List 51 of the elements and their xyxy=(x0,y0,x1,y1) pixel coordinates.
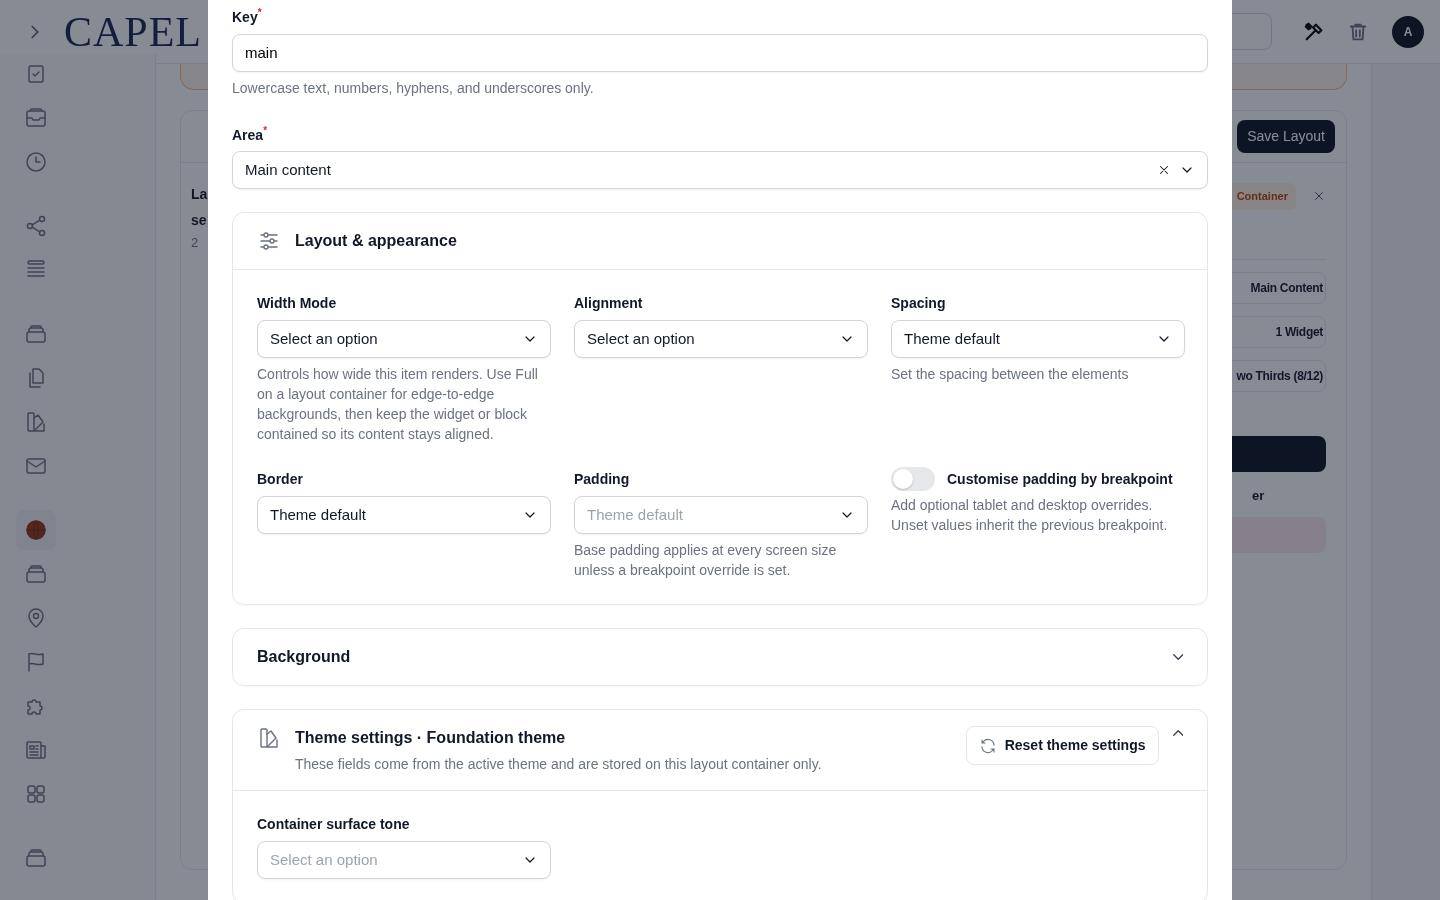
select-field[interactable]: Theme default xyxy=(891,320,1185,359)
chevron-down-icon xyxy=(1172,654,1183,661)
field-label: Area$^{*}$ xyxy=(232,123,269,144)
select-field[interactable]: Select an option xyxy=(257,320,551,359)
reset-button[interactable]: Reset theme settings xyxy=(965,726,1159,766)
toggle-label: Customise padding by breakpoint xyxy=(947,470,1173,489)
archive-icon xyxy=(24,562,48,586)
field-label: Border xyxy=(257,470,304,489)
help-text: Lowercase text, numbers, hyphens, and underscores only. xyxy=(232,78,595,98)
save-layout-button[interactable]: Save Layout xyxy=(1237,120,1335,153)
card-title: La xyxy=(191,185,208,204)
chevron-up-icon xyxy=(1172,730,1183,737)
swatch-icon xyxy=(24,410,48,434)
section-label: er xyxy=(1252,486,1265,505)
field-label: Key$^{*}$ xyxy=(232,6,263,26)
user-avatar[interactable]: A xyxy=(1392,15,1424,48)
field-label: Width Mode xyxy=(257,294,338,313)
refresh-icon xyxy=(978,736,997,755)
help-text: Add optional tablet and desktop overrides. Unset values inherit the previous breakpoint. xyxy=(891,496,1169,536)
help-text: Base padding applies at every screen size unless a breakpoint override is set. xyxy=(574,541,838,581)
tools-icon xyxy=(1303,20,1325,43)
newspaper-icon xyxy=(24,738,48,762)
sidebar-item[interactable] xyxy=(16,510,56,550)
archive-icon xyxy=(24,846,48,870)
grid-icon xyxy=(24,782,48,806)
section-title: Theme settings · Foundation theme xyxy=(295,728,567,749)
toggle-switch[interactable] xyxy=(891,467,935,492)
clock-icon xyxy=(24,150,48,174)
select-field[interactable]: Main content xyxy=(232,151,1208,190)
help-text: Set the spacing between the elements xyxy=(891,365,1130,385)
section-title: Background xyxy=(257,647,351,668)
select-field[interactable]: Theme default xyxy=(257,496,551,535)
card-title: se xyxy=(191,211,207,230)
archive-icon xyxy=(24,322,48,346)
field-label: Padding xyxy=(574,470,631,489)
swatch-icon xyxy=(257,726,281,751)
help-text: Controls how wide this item renders. Use Full on a layout container for edge-to-edge backgrounds, then keep the widget or block contained so its content stays aligned. xyxy=(257,365,539,445)
select-field[interactable]: Select an option xyxy=(574,320,868,359)
collapse-button[interactable] xyxy=(1172,730,1183,737)
globe-icon xyxy=(24,518,48,542)
inbox-icon xyxy=(24,106,48,130)
item-count: 2 xyxy=(191,234,199,252)
field-label: Container surface tone xyxy=(257,815,411,834)
field-label: Spacing xyxy=(891,294,947,313)
logo-text: CAPEL xyxy=(64,10,202,53)
expand-button[interactable] xyxy=(1172,654,1183,661)
text-field[interactable]: main xyxy=(232,33,1208,72)
section-subtitle: These fields come from the active theme and are stored on this layout container only. xyxy=(295,755,822,775)
field-label: Alignment xyxy=(574,294,644,313)
section-title: Layout & appearance xyxy=(295,231,457,252)
share-icon xyxy=(24,214,48,238)
